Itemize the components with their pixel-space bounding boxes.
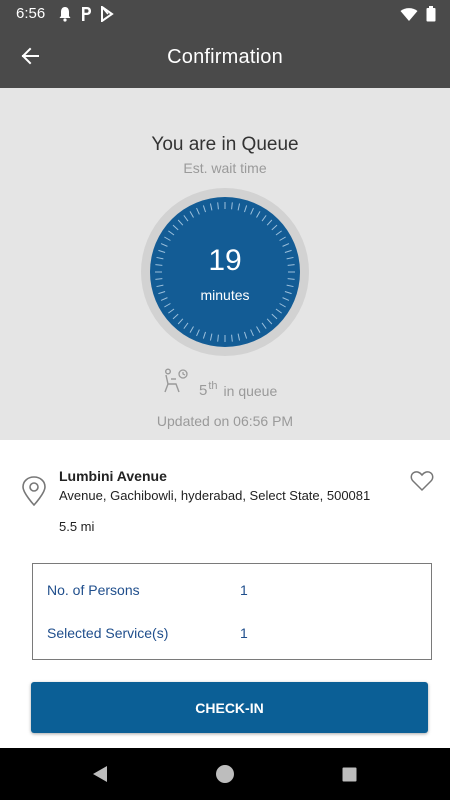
location-address: Avenue, Gachibowli, hyderabad, Select St… bbox=[59, 488, 371, 503]
wait-timer: 19 minutes bbox=[141, 188, 309, 356]
queue-position: 5th in queue bbox=[163, 368, 277, 399]
favorite-heart-icon[interactable] bbox=[410, 470, 434, 497]
location-card: Lumbini Avenue Avenue, Gachibowli, hyder… bbox=[0, 440, 450, 748]
location-name: Lumbini Avenue bbox=[59, 468, 167, 484]
app-bar: Confirmation bbox=[0, 28, 450, 88]
services-label: Selected Service(s) bbox=[47, 625, 169, 641]
updated-timestamp: Updated on 06:56 PM bbox=[156, 413, 294, 429]
system-nav-bar bbox=[0, 748, 450, 800]
nav-back-icon[interactable] bbox=[92, 765, 108, 788]
battery-icon bbox=[426, 6, 436, 27]
play-store-icon bbox=[100, 5, 114, 27]
waiting-seat-icon bbox=[163, 368, 189, 399]
location-pin-icon bbox=[21, 476, 47, 511]
queue-position-label: in queue bbox=[223, 383, 278, 399]
wifi-icon bbox=[400, 7, 418, 27]
queue-position-number: 5 bbox=[199, 382, 208, 399]
booking-details: No. of Persons 1 Selected Service(s) 1 bbox=[32, 563, 432, 660]
queue-title: You are in Queue bbox=[151, 134, 299, 155]
nav-recent-apps-icon[interactable] bbox=[342, 767, 357, 787]
wait-time-label: Est. wait time bbox=[183, 160, 267, 176]
bell-icon bbox=[58, 6, 72, 27]
wait-time-unit: minutes bbox=[200, 287, 250, 303]
queue-panel: You are in Queue Est. wait time 19 minut… bbox=[0, 88, 450, 440]
location-distance: 5.5 mi bbox=[59, 519, 95, 534]
persons-value: 1 bbox=[240, 582, 248, 598]
status-left-icons bbox=[58, 5, 114, 27]
services-value: 1 bbox=[240, 625, 248, 641]
page-title: Confirmation bbox=[167, 46, 283, 68]
check-in-button[interactable]: CHECK-IN bbox=[31, 682, 428, 733]
wait-time-value: 19 bbox=[208, 244, 242, 277]
status-time: 6:56 bbox=[16, 5, 46, 22]
queue-position-suffix: th bbox=[208, 380, 218, 392]
nav-home-icon[interactable] bbox=[215, 764, 235, 789]
parking-icon bbox=[80, 6, 92, 27]
status-bar: 6:56 bbox=[0, 0, 450, 28]
persons-label: No. of Persons bbox=[47, 582, 140, 598]
status-right-icons bbox=[400, 6, 436, 27]
